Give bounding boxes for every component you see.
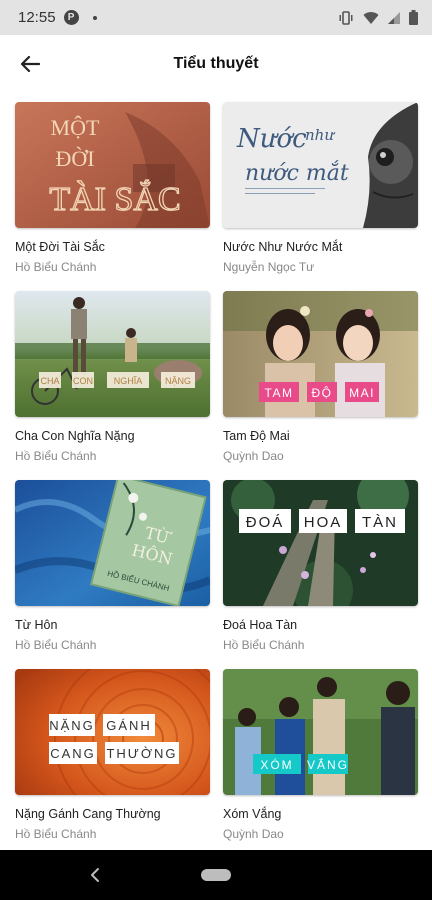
book-title: Cha Con Nghĩa Nặng (15, 429, 135, 443)
book-cover[interactable]: CHA CON NGHĨA NẶNG (15, 291, 210, 417)
cover-text: TÀI SẮC (49, 180, 180, 218)
book-title: Một Đời Tài Sắc (15, 240, 105, 254)
wifi-icon (363, 11, 379, 24)
cover-text: NGHĨA (114, 376, 143, 386)
cover-text: GÁNH (106, 718, 152, 733)
system-navigation-bar (0, 850, 432, 900)
book-title: Từ Hôn (15, 618, 58, 632)
book-card[interactable]: XÓM VẮNG Xóm Vắng Quỳnh Dao (223, 669, 418, 841)
book-card[interactable]: TAM ĐỘ MAI Tam Độ Mai Quỳnh Dao (223, 291, 418, 463)
cover-text: MỘT (51, 115, 100, 140)
book-card[interactable]: NẶNG GÁNH CANG THƯỜNG Nặng Gánh Cang Thư… (15, 669, 210, 841)
book-card[interactable]: Nước như nước mắt Nước Như Nước Mắt Nguy… (223, 102, 418, 274)
book-author: Hồ Biểu Chánh (15, 449, 97, 463)
nav-back-icon[interactable] (90, 867, 100, 883)
battery-icon (409, 10, 418, 25)
book-author: Hồ Biểu Chánh (15, 638, 97, 652)
cover-image: XÓM VẮNG (223, 669, 418, 795)
book-title: Đoá Hoa Tàn (223, 618, 298, 632)
book-author: Nguyễn Ngọc Tư (223, 260, 315, 274)
page-title: Tiểu thuyết (173, 55, 259, 72)
cover-text: TÀN (362, 514, 398, 531)
cover-text: như (305, 126, 335, 144)
status-bar: 12:55 P (0, 0, 432, 35)
cover-text: XÓM (260, 757, 293, 772)
signal-icon (388, 12, 400, 24)
book-cover[interactable]: XÓM VẮNG (223, 669, 418, 795)
cover-image: NẶNG GÁNH CANG THƯỜNG (15, 669, 210, 795)
notification-dot-icon (92, 15, 97, 20)
cover-text: CON (73, 376, 93, 386)
book-cover[interactable]: NẶNG GÁNH CANG THƯỜNG (15, 669, 210, 795)
book-card[interactable]: ĐOÁ HOA TÀN Đoá Hoa Tàn Hồ Biểu Chánh (223, 480, 418, 652)
book-cover[interactable]: MỘT ĐỜI TÀI SẮC (15, 102, 210, 228)
cover-text: THƯỜNG (106, 746, 177, 761)
book-author: Hồ Biểu Chánh (223, 638, 305, 652)
book-title: Xóm Vắng (223, 807, 282, 821)
cover-text: nước mắt (245, 160, 349, 186)
cover-text: Nước (236, 124, 307, 154)
cover-image: ĐOÁ HOA TÀN (223, 480, 418, 606)
book-cover[interactable]: Nước như nước mắt (223, 102, 418, 228)
book-card[interactable]: TỪ HÔN HỒ BIỂU CHÁNH Từ Hôn Hồ Biểu Chán… (15, 480, 210, 652)
cover-image: TỪ HÔN HỒ BIỂU CHÁNH (15, 480, 210, 606)
cover-image: TAM ĐỘ MAI (223, 291, 418, 417)
status-time: 12:55 (18, 9, 56, 26)
cover-image: CHA CON NGHĨA NẶNG (15, 291, 210, 417)
cover-image: Nước như nước mắt (223, 102, 418, 228)
cover-text: CHA (40, 376, 59, 386)
book-card[interactable]: CHA CON NGHĨA NẶNG Cha Con Nghĩa Nặng Hồ… (15, 291, 210, 463)
book-cover[interactable]: TAM ĐỘ MAI (223, 291, 418, 417)
book-title: Nước Như Nước Mắt (223, 240, 343, 254)
cover-text: MAI (349, 386, 375, 400)
book-title: Tam Độ Mai (223, 429, 290, 443)
book-card[interactable]: MỘT ĐỜI TÀI SẮC Một Đời Tài Sắc Hồ Biểu … (15, 102, 210, 274)
cover-text: VẮNG (307, 757, 349, 772)
cover-image: MỘT ĐỜI TÀI SẮC (15, 102, 210, 228)
book-author: Quỳnh Dao (223, 827, 284, 841)
notification-p-icon: P (63, 10, 79, 25)
book-author: Hồ Biểu Chánh (15, 827, 97, 841)
book-author: Quỳnh Dao (223, 449, 284, 463)
cover-text: NẶNG (165, 376, 191, 386)
cover-text: ĐỘ (312, 385, 333, 400)
book-grid: MỘT ĐỜI TÀI SẮC Một Đời Tài Sắc Hồ Biểu … (0, 93, 432, 850)
book-author: Hồ Biểu Chánh (15, 260, 97, 274)
arrow-left-icon (20, 55, 40, 73)
cover-text: CANG (50, 746, 96, 761)
app-bar: Tiểu thuyết (0, 35, 432, 93)
cover-text: ĐOÁ (246, 514, 285, 531)
book-title: Nặng Gánh Cang Thường (15, 807, 161, 821)
back-button[interactable] (14, 48, 46, 80)
vibrate-icon (339, 10, 353, 25)
book-cover[interactable]: TỪ HÔN HỒ BIỂU CHÁNH (15, 480, 210, 606)
cover-text: NẶNG (49, 718, 95, 733)
cover-text: HOA (304, 514, 343, 531)
cover-text: ĐỜI (55, 146, 94, 171)
nav-home-pill[interactable] (201, 869, 231, 881)
cover-text: TAM (265, 386, 294, 400)
book-cover[interactable]: ĐOÁ HOA TÀN (223, 480, 418, 606)
